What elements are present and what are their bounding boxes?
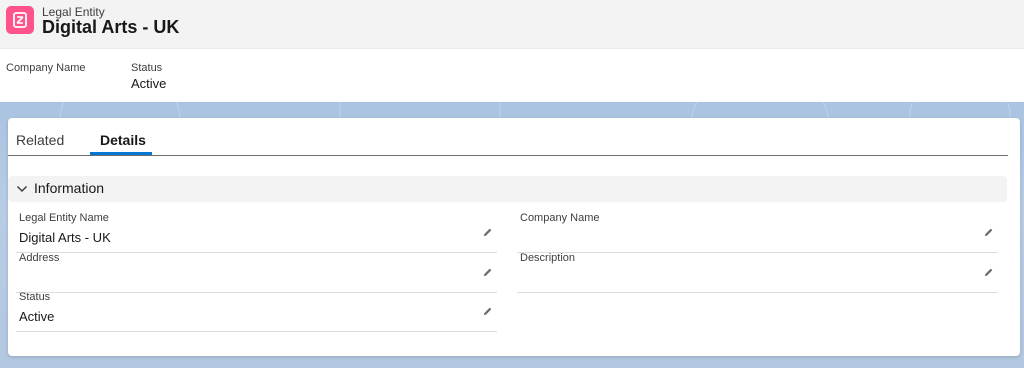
field-label: Description xyxy=(520,252,576,264)
information-section-header[interactable]: Information xyxy=(8,176,1007,202)
record-header-top: Legal Entity Digital Arts - UK xyxy=(0,0,1024,49)
field-legal-entity-name: Legal Entity Name Digital Arts - UK xyxy=(16,212,497,253)
chevron-down-icon xyxy=(16,185,28,193)
legal-entity-icon xyxy=(6,6,34,34)
field-value: Active xyxy=(19,309,55,324)
highlight-status-label: Status xyxy=(131,62,163,74)
edit-pencil-icon[interactable] xyxy=(983,227,994,238)
edit-pencil-icon[interactable] xyxy=(482,306,493,317)
section-title: Information xyxy=(34,180,105,196)
field-label: Company Name xyxy=(520,212,600,224)
edit-pencil-icon[interactable] xyxy=(983,267,994,278)
tabs-divider xyxy=(8,155,1008,156)
field-label: Legal Entity Name xyxy=(19,212,109,224)
field-company-name: Company Name xyxy=(517,212,998,253)
highlight-company-name-label: Company Name xyxy=(6,62,86,74)
field-description: Description xyxy=(517,252,998,293)
field-value: Digital Arts - UK xyxy=(19,230,111,245)
field-status: Status Active xyxy=(16,291,497,332)
field-label: Status xyxy=(19,291,51,303)
tab-related[interactable]: Related xyxy=(16,132,64,148)
record-header: Legal Entity Digital Arts - UK Company N… xyxy=(0,0,1024,102)
record-title: Digital Arts - UK xyxy=(42,17,180,37)
tab-details[interactable]: Details xyxy=(100,132,146,148)
details-card: Related Details Information Legal Entity… xyxy=(8,118,1020,356)
field-address: Address xyxy=(16,252,497,293)
field-label: Address xyxy=(19,252,60,264)
edit-pencil-icon[interactable] xyxy=(482,267,493,278)
highlight-status-value: Active xyxy=(131,76,167,91)
edit-pencil-icon[interactable] xyxy=(482,227,493,238)
